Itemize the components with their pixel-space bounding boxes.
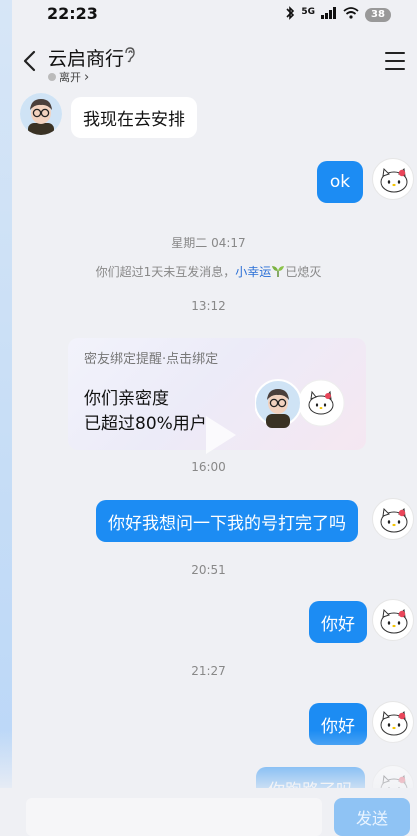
system-notice-prefix: 你们超过1天未互发消息， <box>95 265 236 279</box>
presence-arrow-icon: › <box>84 69 90 85</box>
status-time: 22:23 <box>47 4 98 23</box>
menu-icon-bar <box>385 52 405 54</box>
timestamp: 星期二 04:17 <box>171 236 246 250</box>
contact-avatar[interactable] <box>20 93 62 135</box>
card-line2: 已超过80%用户 <box>84 414 207 434</box>
system-notice-suffix: 已熄灭 <box>285 265 322 279</box>
lucky-link[interactable]: 小幸运 <box>235 265 271 279</box>
edge-tint <box>0 0 12 836</box>
ear-icon[interactable] <box>124 47 136 67</box>
card-header: 密友绑定提醒·点击绑定 <box>84 352 219 367</box>
chat-header: 云启商行 离开 › <box>0 36 417 88</box>
back-button[interactable] <box>18 50 40 76</box>
timestamp: 16:00 <box>191 460 226 474</box>
status-icons: 5G 38 <box>285 6 391 23</box>
composer-bar: 发送 <box>0 788 417 836</box>
bluetooth-icon <box>285 6 295 23</box>
self-avatar[interactable] <box>372 158 414 200</box>
chat-title[interactable]: 云启商行 <box>48 44 124 71</box>
message-bubble-right[interactable]: 你好 <box>309 703 367 745</box>
wifi-icon <box>343 7 359 22</box>
network-label: 5G <box>301 6 315 17</box>
presence-dot-icon <box>48 73 56 81</box>
sprout-icon <box>271 265 285 280</box>
presence-status[interactable]: 离开 › <box>48 69 89 85</box>
menu-icon-bar <box>385 60 405 62</box>
card-avatar-pair-icon <box>254 379 345 428</box>
timestamp: 20:51 <box>191 563 226 577</box>
timestamp: 13:12 <box>191 299 226 313</box>
menu-button[interactable] <box>385 52 405 70</box>
presence-label: 离开 <box>59 71 81 84</box>
signal-icon <box>321 7 337 22</box>
message-bubble-right[interactable]: 你好 <box>309 601 367 643</box>
self-avatar[interactable] <box>372 701 414 743</box>
message-input[interactable] <box>26 798 322 836</box>
back-icon <box>22 50 36 76</box>
play-icon[interactable] <box>196 412 242 458</box>
self-avatar[interactable] <box>372 599 414 641</box>
card-line1: 你们亲密度 <box>84 389 169 409</box>
message-bubble-left[interactable]: 我现在去安排 <box>71 97 197 138</box>
self-avatar[interactable] <box>372 498 414 540</box>
timestamp: 21:27 <box>191 664 226 678</box>
menu-icon-bar <box>385 68 405 70</box>
message-bubble-right[interactable]: ok <box>317 161 363 203</box>
status-bar: 22:23 5G 38 <box>0 0 417 28</box>
battery-icon: 38 <box>365 7 391 22</box>
chat-screen: 22:23 5G 38 云启商行 离开 › 我现在去安排 ok 星期二 04:1… <box>0 0 417 836</box>
card-avatars <box>254 378 345 428</box>
send-button[interactable]: 发送 <box>334 798 410 836</box>
message-bubble-right[interactable]: 你好我想问一下我的号打完了吗 <box>96 500 358 542</box>
system-notice: 你们超过1天未互发消息，小幸运 已熄灭 <box>0 263 417 280</box>
